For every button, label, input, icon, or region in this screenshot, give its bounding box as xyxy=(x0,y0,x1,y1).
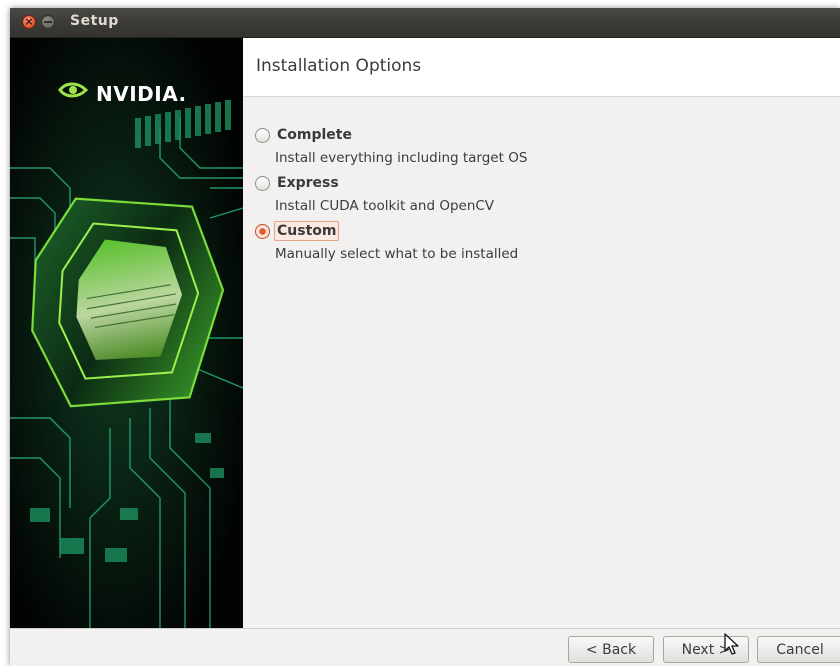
option-express-label[interactable]: Express xyxy=(275,174,341,192)
option-custom-description: Manually select what to be installed xyxy=(275,246,519,262)
close-icon[interactable]: × xyxy=(22,15,36,29)
nvidia-brand-text: NVIDIA. xyxy=(96,82,187,106)
page-header: Installation Options xyxy=(243,38,840,97)
option-complete-description: Install everything including target OS xyxy=(275,150,528,166)
radio-express[interactable] xyxy=(255,176,270,191)
nvidia-banner-image: NVIDIA. xyxy=(10,38,243,628)
title-bar[interactable]: × Setup xyxy=(10,8,840,38)
back-button[interactable]: < Back xyxy=(568,636,654,663)
option-custom-label[interactable]: Custom xyxy=(274,221,340,241)
content-panel: Installation Options Complete Install ev… xyxy=(243,38,840,628)
button-bar: < Back Next > Cancel xyxy=(10,628,840,666)
cancel-button[interactable]: Cancel xyxy=(757,636,840,663)
option-complete-label[interactable]: Complete xyxy=(275,126,354,144)
option-express-description: Install CUDA toolkit and OpenCV xyxy=(275,198,495,214)
circuit-art xyxy=(10,38,243,628)
radio-complete[interactable] xyxy=(255,128,270,143)
setup-window: × Setup NVIDIA. Installation Options Com… xyxy=(10,8,840,666)
page-title: Installation Options xyxy=(256,56,422,76)
window-title: Setup xyxy=(70,13,119,29)
mouse-pointer-icon xyxy=(724,633,739,655)
radio-custom[interactable] xyxy=(255,224,270,239)
minimize-icon[interactable] xyxy=(41,15,55,29)
